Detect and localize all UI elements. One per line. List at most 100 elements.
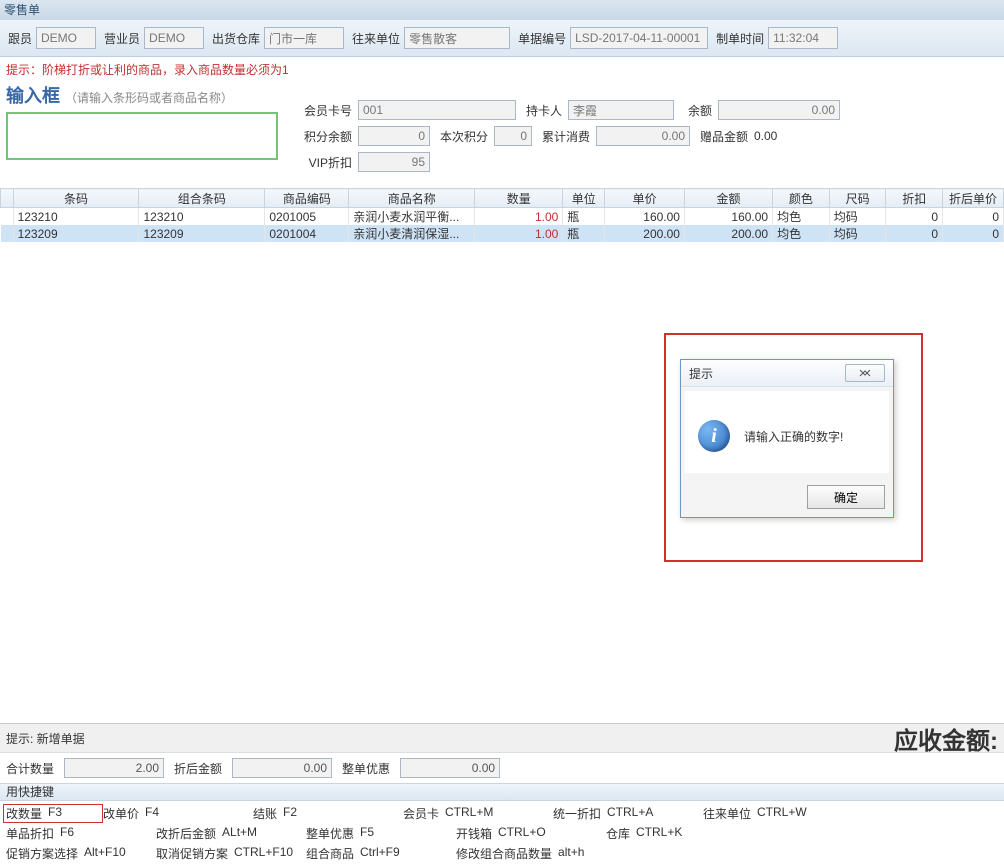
- balance-input[interactable]: [718, 100, 840, 120]
- status-text: 提示: 新增单据: [6, 730, 85, 747]
- column-header[interactable]: 尺码: [829, 189, 886, 208]
- shortcut-item[interactable]: 开钱箱 CTRL+O: [456, 825, 606, 842]
- column-header[interactable]: [1, 189, 14, 208]
- shortcut-item[interactable]: 统一折扣 CTRL+A: [553, 805, 703, 822]
- sales-label: 营业员: [104, 30, 140, 47]
- shortcut-key: CTRL+K: [636, 825, 682, 842]
- column-header[interactable]: 折后单价: [943, 189, 1004, 208]
- window-titlebar: 零售单: [0, 0, 1004, 20]
- barcode-input[interactable]: [6, 112, 278, 160]
- shortcut-item[interactable]: 改单价F4: [103, 805, 253, 822]
- shortcut-name: 促销方案选择: [6, 845, 78, 862]
- billno-input[interactable]: [570, 27, 708, 49]
- shortcut-name: 开钱箱: [456, 825, 492, 842]
- shortcut-item[interactable]: 单品折扣 F6: [6, 825, 156, 842]
- shortcut-key: F2: [283, 805, 297, 822]
- table-row[interactable]: 1232091232090201004亲润小麦清润保湿...1.00瓶200.0…: [1, 225, 1004, 242]
- ok-button[interactable]: 确定: [807, 485, 885, 509]
- totqty-label: 合计数量: [6, 760, 54, 777]
- shortcut-key: F6: [60, 825, 74, 842]
- aftamt-input[interactable]: [232, 758, 332, 778]
- ptsbal-label: 积分余额: [296, 128, 352, 145]
- items-grid[interactable]: 条码组合条码商品编码商品名称数量单位单价金额颜色尺码折扣折后单价 1232101…: [0, 188, 1004, 242]
- column-header[interactable]: 金额: [684, 189, 772, 208]
- clerk-input[interactable]: [36, 27, 96, 49]
- shortcut-item[interactable]: 改数量F3: [3, 804, 103, 823]
- clerk-label: 跟员: [8, 30, 32, 47]
- shortcut-key: CTRL+M: [445, 805, 493, 822]
- dialog-message: 请输入正确的数字!: [744, 428, 843, 445]
- top-toolbar: 跟员 营业员 出货仓库 往来单位 单据编号 制单时间: [0, 20, 1004, 57]
- gift-value: 0.00: [754, 129, 777, 143]
- shortcut-panel: 改数量F3改单价F4结账 F2 会员卡 CTRL+M 统一折扣 CTRL+A 往来单位CTR…: [0, 801, 1004, 865]
- column-header[interactable]: 单位: [563, 189, 605, 208]
- time-input[interactable]: [768, 27, 838, 49]
- shortcut-name: 会员卡: [403, 805, 439, 822]
- dialog-titlebar: 提示: [681, 360, 893, 387]
- holder-input[interactable]: [568, 100, 674, 120]
- vip-label: VIP折扣: [296, 154, 352, 171]
- sales-input[interactable]: [144, 27, 204, 49]
- shortcut-name: 改单价: [103, 805, 139, 822]
- customer-label: 往来单位: [352, 30, 400, 47]
- card-input[interactable]: [358, 100, 516, 120]
- wholedisc-input[interactable]: [400, 758, 500, 778]
- tip-line: 提示：阶梯打折或让利的商品，录入商品数量必须为1: [0, 57, 1004, 82]
- ptsnow-input[interactable]: [494, 126, 532, 146]
- column-header[interactable]: 颜色: [773, 189, 830, 208]
- shortcut-key: F5: [360, 825, 374, 842]
- table-row[interactable]: 1232101232100201005亲润小麦水润平衡...1.00瓶160.0…: [1, 208, 1004, 226]
- column-header[interactable]: 数量: [475, 189, 563, 208]
- column-header[interactable]: 条码: [13, 189, 139, 208]
- shortcut-item[interactable]: 促销方案选择Alt+F10: [6, 845, 156, 862]
- shortcut-item[interactable]: 会员卡 CTRL+M: [403, 805, 553, 822]
- column-header[interactable]: 折扣: [886, 189, 943, 208]
- column-header[interactable]: 商品名称: [349, 189, 475, 208]
- shortcut-name: 单品折扣: [6, 825, 54, 842]
- shortcut-name: 取消促销方案: [156, 845, 228, 862]
- cumul-label: 累计消费: [538, 128, 590, 145]
- cumul-input[interactable]: [596, 126, 690, 146]
- shortcut-item[interactable]: 往来单位CTRL+W: [703, 805, 853, 822]
- totals-bar: 合计数量 折后金额 整单优惠: [0, 752, 1004, 783]
- shortcut-item[interactable]: 结账 F2: [253, 805, 403, 822]
- aftamt-label: 折后金额: [174, 760, 222, 777]
- inputbox-title-text: 输入框: [6, 86, 60, 106]
- holder-label: 持卡人: [522, 102, 562, 119]
- dialog-title: 提示: [689, 365, 713, 382]
- shortcut-key: CTRL+A: [607, 805, 653, 822]
- shortcut-item[interactable]: 修改组合商品数量alt+h: [456, 845, 606, 862]
- window-title: 零售单: [4, 3, 40, 17]
- column-header[interactable]: 商品编码: [265, 189, 349, 208]
- shortcut-key: ALt+M: [222, 825, 257, 842]
- shortcut-item[interactable]: 仓库CTRL+K: [606, 825, 756, 842]
- ptsbal-input[interactable]: [358, 126, 430, 146]
- close-icon[interactable]: [845, 364, 885, 382]
- shortcut-name: 整单优惠: [306, 825, 354, 842]
- shortcut-name: 统一折扣: [553, 805, 601, 822]
- warehouse-input[interactable]: [264, 27, 344, 49]
- member-panel: 会员卡号 持卡人 余额 积分余额 本次积分 累计消费 赠品金额 0.00 VIP…: [296, 82, 998, 178]
- receivable-label: 应收金额:: [894, 721, 998, 756]
- warehouse-label: 出货仓库: [212, 30, 260, 47]
- totqty-input[interactable]: [64, 758, 164, 778]
- column-header[interactable]: 单价: [605, 189, 685, 208]
- dialog-highlight-box: 提示 i 请输入正确的数字! 确定: [664, 333, 923, 562]
- vip-input[interactable]: [358, 152, 430, 172]
- inputbox-title: 输入框 （请输入条形码或者商品名称）: [6, 82, 296, 108]
- shortcut-key: CTRL+W: [757, 805, 807, 822]
- shortcut-item[interactable]: 组合商品Ctrl+F9: [306, 845, 456, 862]
- shortcut-name: 结账: [253, 805, 277, 822]
- billno-label: 单据编号: [518, 30, 566, 47]
- column-header[interactable]: 组合条码: [139, 189, 265, 208]
- shortcut-name: 改折后金额: [156, 825, 216, 842]
- status-bar: 提示: 新增单据 应收金额:: [0, 723, 1004, 752]
- ptsnow-label: 本次积分: [436, 128, 488, 145]
- shortcut-item[interactable]: 整单优惠 F5: [306, 825, 456, 842]
- balance-label: 余额: [680, 102, 712, 119]
- shortcut-name: 修改组合商品数量: [456, 845, 552, 862]
- shortcut-item[interactable]: 改折后金额 ALt+M: [156, 825, 306, 842]
- customer-input[interactable]: [404, 27, 510, 49]
- shortcut-key: CTRL+O: [498, 825, 546, 842]
- shortcut-item[interactable]: 取消促销方案CTRL+F10: [156, 845, 306, 862]
